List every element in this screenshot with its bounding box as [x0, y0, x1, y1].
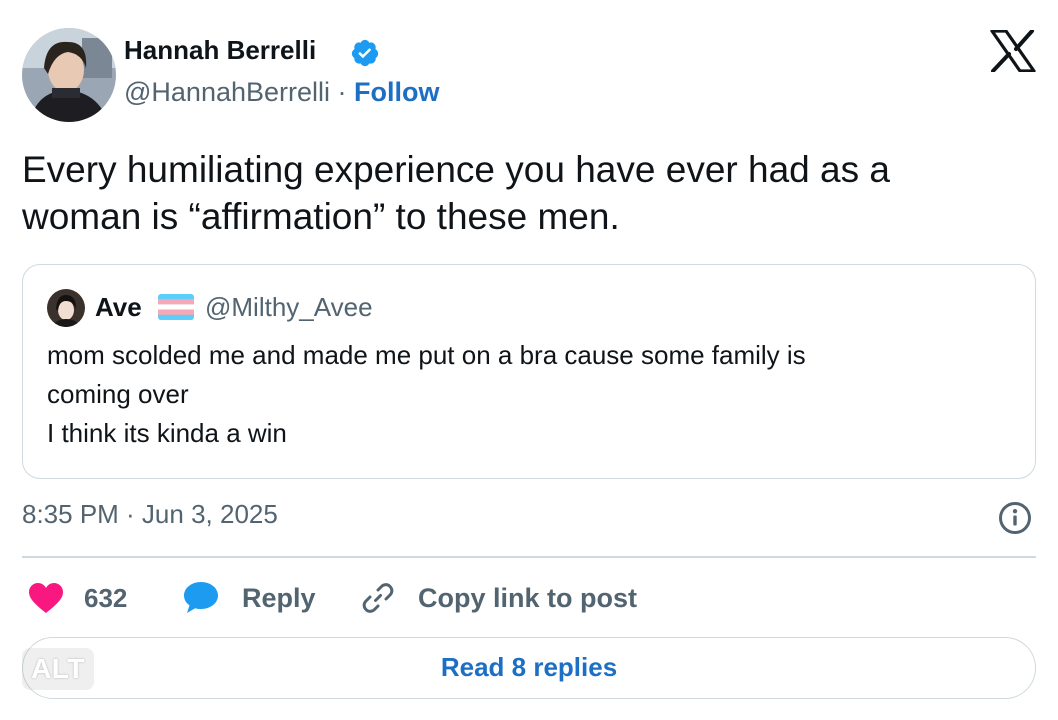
- quoted-text-line: I think its kinda a win: [47, 418, 287, 448]
- x-logo-icon[interactable]: [990, 29, 1036, 73]
- divider: [22, 556, 1036, 558]
- tweet-text: Every humiliating experience you have ev…: [22, 146, 1002, 240]
- quoted-text-line: coming over: [47, 379, 189, 409]
- author-avatar[interactable]: [22, 28, 116, 122]
- follow-button[interactable]: Follow: [354, 77, 439, 107]
- info-icon[interactable]: [998, 501, 1032, 535]
- reply-button[interactable]: Reply: [242, 583, 316, 614]
- verified-badge-icon: [350, 38, 380, 68]
- author-handle[interactable]: @HannahBerrelli: [124, 77, 330, 107]
- timestamp[interactable]: 8:35 PM · Jun 3, 2025: [22, 499, 278, 530]
- quoted-text-line: mom scolded me and made me put on a bra …: [47, 340, 806, 370]
- reply-bubble-icon[interactable]: [182, 580, 220, 614]
- quoted-author-handle[interactable]: @Milthy_Avee: [205, 292, 373, 323]
- like-count[interactable]: 632: [84, 583, 127, 614]
- tweet-text-line: Every humiliating experience you have ev…: [22, 149, 890, 190]
- link-icon[interactable]: [360, 580, 396, 616]
- heart-icon[interactable]: [28, 582, 64, 614]
- copy-link-button[interactable]: Copy link to post: [418, 583, 637, 614]
- tweet-text-line: woman is “affirmation” to these men.: [22, 196, 620, 237]
- handle-row: @HannahBerrelli · Follow: [124, 77, 440, 108]
- author-name[interactable]: Hannah Berrelli: [124, 35, 316, 66]
- trans-flag-emoji-icon: [158, 294, 194, 320]
- quoted-author-name[interactable]: Ave: [95, 292, 142, 323]
- read-replies-label[interactable]: Read 8 replies: [22, 652, 1036, 683]
- separator: ·: [337, 77, 347, 107]
- quoted-author-avatar: [47, 289, 85, 327]
